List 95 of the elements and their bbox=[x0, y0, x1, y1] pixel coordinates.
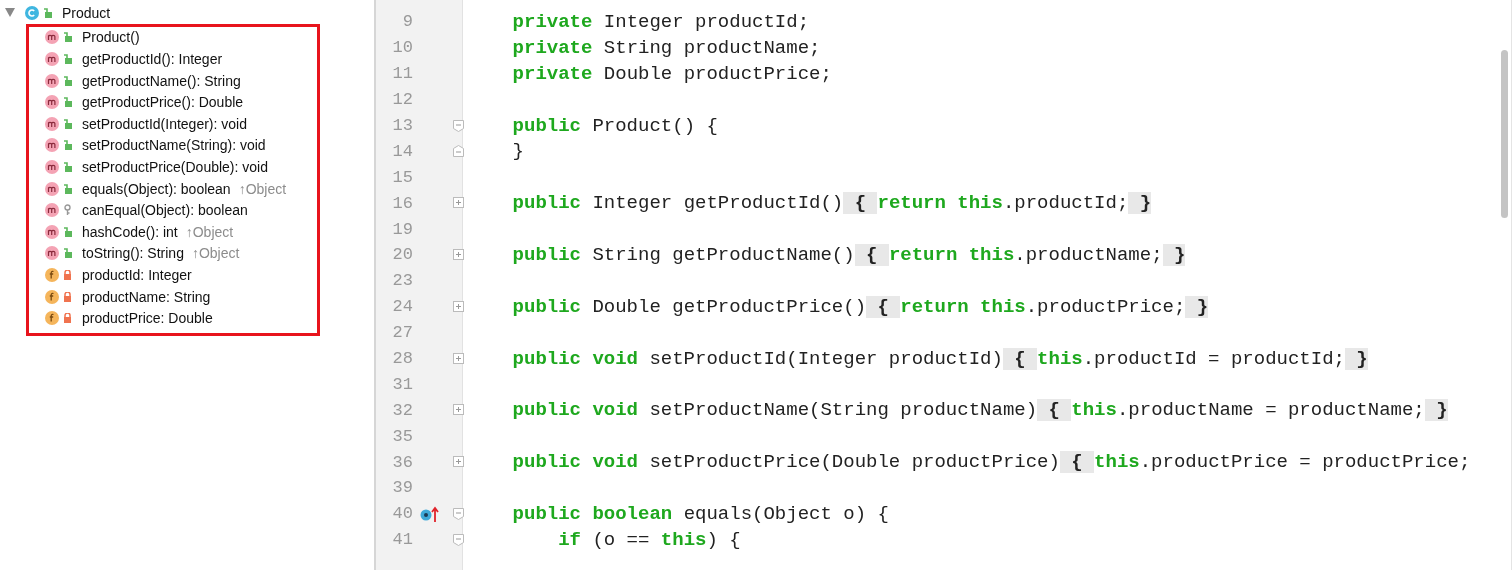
inherited-label: ↑Object bbox=[185, 223, 234, 240]
method-icon bbox=[45, 159, 59, 174]
tree-item[interactable]: productId: Integer bbox=[82, 266, 192, 283]
line-number: 24 bbox=[391, 297, 413, 317]
line-number: 39 bbox=[391, 478, 413, 498]
expand-arrow-icon[interactable] bbox=[5, 8, 15, 18]
class-icon bbox=[25, 5, 39, 20]
method-icon bbox=[45, 30, 59, 45]
code-line: private String productName; bbox=[512, 36, 821, 59]
code-line: } bbox=[512, 140, 524, 163]
open-lock-icon bbox=[63, 248, 72, 259]
line-number: 32 bbox=[391, 400, 413, 420]
line-number: 14 bbox=[391, 141, 413, 161]
code-line: public boolean equals(Object o) { bbox=[512, 502, 889, 525]
expand-icon[interactable] bbox=[453, 300, 464, 312]
line-number: 36 bbox=[391, 452, 413, 472]
line-number: 20 bbox=[391, 245, 413, 265]
fold-marker-icon[interactable] bbox=[453, 507, 464, 520]
tree-item[interactable]: getProductId(): Integer bbox=[82, 51, 223, 67]
code-line: if (o == this) { bbox=[558, 528, 741, 551]
open-lock-icon bbox=[43, 7, 52, 18]
code-line: private Double productPrice; bbox=[512, 62, 832, 85]
open-lock-icon bbox=[63, 118, 72, 129]
fold-marker-icon[interactable] bbox=[453, 533, 464, 546]
open-lock-icon bbox=[63, 32, 72, 43]
fold-marker-icon[interactable] bbox=[453, 145, 464, 158]
line-number: 40 bbox=[391, 504, 413, 524]
lock-icon bbox=[63, 269, 72, 280]
code-line: public String getProductName() { return this.productName; } bbox=[512, 243, 1186, 266]
tree-item[interactable]: hashCode(): int bbox=[82, 223, 178, 240]
code-line: public void setProductPrice(Double productPrice) { this.productPrice = productPrice; bbox=[512, 451, 1471, 474]
field-icon bbox=[45, 267, 59, 282]
line-number: 16 bbox=[391, 193, 413, 213]
method-icon bbox=[45, 181, 59, 196]
expand-icon[interactable] bbox=[453, 404, 464, 416]
line-number: 11 bbox=[391, 64, 413, 84]
line-number: 10 bbox=[391, 38, 413, 58]
code-line: public void setProductId(Integer productId) { this.productId = productId; } bbox=[512, 347, 1368, 370]
tree-item[interactable]: setProductPrice(Double): void bbox=[82, 158, 268, 175]
code-line: public Integer getProductId() { return this.productId; } bbox=[512, 192, 1152, 215]
key-icon bbox=[63, 204, 72, 217]
field-icon bbox=[45, 311, 59, 326]
line-number: 31 bbox=[391, 374, 413, 394]
code-line: public Product() { bbox=[512, 114, 718, 137]
method-icon bbox=[45, 95, 59, 110]
line-number: 9 bbox=[401, 12, 413, 32]
fold-marker-icon[interactable] bbox=[453, 119, 464, 132]
override-marker-icon[interactable] bbox=[420, 505, 442, 522]
scrollbar-thumb[interactable] bbox=[1501, 50, 1508, 218]
open-lock-icon bbox=[63, 161, 72, 172]
line-number: 13 bbox=[391, 116, 413, 135]
inherited-label: ↑Object bbox=[191, 245, 240, 262]
line-number: 15 bbox=[391, 167, 413, 187]
tree-item[interactable]: toString(): String bbox=[82, 245, 184, 262]
code-line: public void setProductName(String productName) { this.productName = productName; } bbox=[512, 399, 1448, 422]
code-line: private Integer productId; bbox=[512, 10, 810, 33]
line-number: 35 bbox=[391, 426, 413, 446]
method-icon bbox=[45, 203, 59, 218]
line-number: 23 bbox=[391, 271, 413, 291]
expand-icon[interactable] bbox=[453, 249, 464, 260]
code-line: public Double getProductPrice() { return this.productPrice; } bbox=[512, 295, 1209, 318]
line-number: 41 bbox=[391, 530, 413, 550]
method-icon bbox=[45, 116, 59, 131]
line-number: 28 bbox=[391, 349, 413, 368]
tree-item[interactable]: Product bbox=[62, 4, 111, 21]
tree-item[interactable]: productPrice: Double bbox=[82, 310, 213, 327]
expand-icon[interactable] bbox=[453, 352, 464, 364]
expand-icon[interactable] bbox=[453, 456, 464, 468]
line-number: 27 bbox=[391, 323, 413, 343]
tree-item[interactable]: Product() bbox=[82, 29, 140, 46]
method-icon bbox=[45, 246, 59, 261]
lock-icon bbox=[63, 313, 72, 324]
expand-icon[interactable] bbox=[453, 197, 464, 209]
field-icon bbox=[45, 289, 59, 304]
tree-item[interactable]: productName: String bbox=[82, 288, 211, 305]
method-icon bbox=[45, 73, 59, 88]
open-lock-icon bbox=[63, 54, 72, 64]
open-lock-icon bbox=[63, 97, 72, 108]
tree-item[interactable]: setProductName(String): void bbox=[82, 137, 266, 154]
open-lock-icon bbox=[63, 226, 72, 237]
tree-item[interactable]: getProductPrice(): Double bbox=[82, 94, 244, 111]
tree-item[interactable]: equals(Object): boolean bbox=[82, 180, 231, 197]
open-lock-icon bbox=[63, 140, 72, 151]
line-number: 19 bbox=[391, 219, 413, 239]
inherited-label: ↑Object bbox=[238, 180, 287, 197]
method-icon bbox=[45, 138, 59, 153]
method-icon bbox=[45, 52, 59, 66]
open-lock-icon bbox=[63, 183, 72, 194]
line-number: 12 bbox=[391, 90, 413, 110]
method-icon bbox=[45, 224, 59, 239]
lock-icon bbox=[63, 291, 72, 302]
tree-item[interactable]: getProductName(): String bbox=[82, 72, 241, 89]
open-lock-icon bbox=[63, 75, 72, 86]
tree-item[interactable]: setProductId(Integer): void bbox=[82, 115, 247, 132]
tree-item[interactable]: canEqual(Object): boolean bbox=[82, 202, 248, 219]
